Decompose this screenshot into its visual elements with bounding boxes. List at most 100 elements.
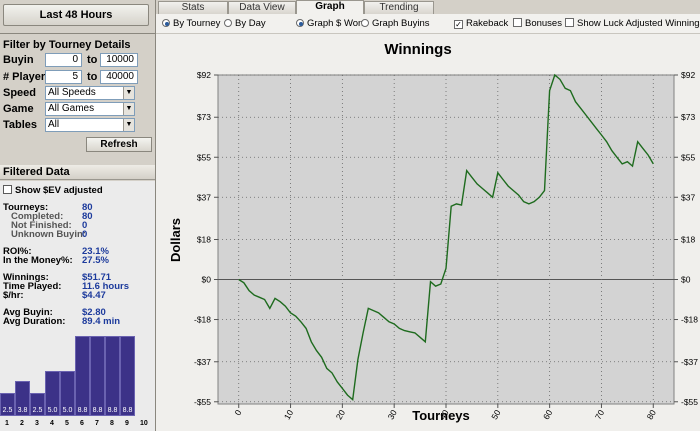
checkbox-icon[interactable] (513, 18, 522, 27)
buyin-max-input[interactable]: 10000 (100, 53, 138, 67)
histogram-bar: 2.5 (30, 393, 45, 416)
chevron-down-icon[interactable]: ▼ (123, 103, 134, 115)
itm-label: In the Money%: (3, 255, 73, 266)
game-value: All Games (48, 103, 95, 114)
winnings-chart: Winnings -$55 -$55 -$37 -$37 -$18 -$18 $0 $0 $18… (168, 41, 698, 423)
by-day-label: By Day (235, 18, 266, 29)
y-tick-label-right: $18 (681, 235, 695, 245)
buyin-label: Buyin (3, 54, 34, 66)
tables-select[interactable]: All ▼ (45, 118, 135, 132)
histogram-bar: 8.8 (75, 336, 90, 416)
x-tick-label: 80 (645, 408, 659, 421)
radio-icon[interactable] (361, 19, 369, 27)
graph-options-bar: By Tourney By Day Graph $ Won Graph Buyi… (156, 14, 700, 34)
radio-selected-icon[interactable] (296, 19, 304, 27)
x-tick-label: 0 (232, 408, 243, 417)
avg-duration-value: 89.4 min (82, 316, 121, 327)
by-tourney-radio[interactable]: By Tourney (162, 18, 220, 29)
divider (0, 33, 155, 34)
rakeback-label: Rakeback (466, 18, 509, 29)
luck-adjusted-checkbox[interactable]: Show Luck Adjusted Winnings (565, 18, 700, 29)
stats-panel: Show $EV adjusted Tourneys: 80 Completed… (0, 181, 155, 331)
by-tourney-label: By Tourney (173, 18, 221, 29)
x-tick-label: 70 (593, 408, 607, 421)
by-day-radio[interactable]: By Day (224, 18, 266, 29)
graph-buyins-radio[interactable]: Graph Buyins (361, 18, 430, 29)
y-tick-label-right: -$18 (681, 315, 698, 325)
bonuses-label: Bonuses (525, 18, 562, 29)
chevron-down-icon[interactable]: ▼ (123, 87, 134, 99)
histogram-tick: 5 (65, 420, 69, 427)
period-button[interactable]: Last 48 Hours (3, 4, 149, 26)
y-tick-label: $73 (197, 112, 211, 122)
x-axis-label: Tourneys (412, 408, 470, 423)
graph-buyins-label: Graph Buyins (372, 18, 430, 29)
histogram-bar: 3.8 (15, 381, 30, 416)
histogram-tick: 7 (95, 420, 99, 427)
itm-value: 27.5% (82, 255, 109, 266)
y-tick-label-right: $55 (681, 152, 695, 162)
chevron-down-icon[interactable]: ▼ (123, 119, 134, 131)
y-tick-label-right: -$37 (681, 357, 698, 367)
histogram-tick: 1 (5, 420, 9, 427)
checkbox-icon[interactable] (565, 18, 574, 27)
histogram-bar: 8.8 (90, 336, 105, 416)
game-select[interactable]: All Games ▼ (45, 102, 135, 116)
game-label: Game (3, 103, 34, 115)
histogram-tick: 6 (80, 420, 84, 427)
per-hr-label: $/hr: (3, 290, 24, 301)
x-tick-label: 30 (386, 408, 400, 421)
histogram-bar: 5.0 (45, 371, 60, 416)
checkmark-icon[interactable]: ✓ (454, 20, 463, 29)
y-tick-label: $18 (197, 235, 211, 245)
histogram-bar: 8.8 (120, 336, 135, 416)
y-tick-label: $55 (197, 152, 211, 162)
y-tick-label: -$55 (194, 397, 211, 407)
players-max-input[interactable]: 40000 (100, 70, 138, 84)
radio-selected-icon[interactable] (162, 19, 170, 27)
show-sev-checkbox[interactable]: Show $EV adjusted (3, 185, 103, 196)
x-tick-label: 10 (282, 408, 296, 421)
tab-bar: Stats Data View Graph Trending (156, 0, 700, 14)
left-panel: Last 48 Hours Filter by Tourney Details … (0, 0, 155, 431)
main-panel: Stats Data View Graph Trending By Tourne… (155, 0, 700, 431)
histogram-tick: 8 (110, 420, 114, 427)
buyin-min-input[interactable]: 0 (45, 53, 82, 67)
tab-trending[interactable]: Trending (364, 1, 434, 14)
histogram-tick: 10 (140, 420, 148, 427)
tab-graph[interactable]: Graph (296, 0, 364, 14)
y-axis-label: Dollars (168, 218, 183, 262)
players-min-input[interactable]: 5 (45, 70, 82, 84)
radio-icon[interactable] (224, 19, 232, 27)
speed-value: All Speeds (48, 87, 96, 98)
x-tick-label: 50 (489, 408, 503, 421)
tab-data-view[interactable]: Data View (228, 1, 296, 14)
tables-label: Tables (3, 119, 38, 131)
histogram-tick: 3 (35, 420, 39, 427)
avg-duration-label: Avg Duration: (3, 316, 66, 327)
per-hr-value: $4.47 (82, 290, 106, 301)
histogram-bar: 2.5 (0, 393, 15, 416)
tab-stats[interactable]: Stats (158, 1, 228, 14)
graph-won-label: Graph $ Won (307, 18, 364, 29)
rakeback-checkbox[interactable]: ✓ Rakeback (454, 18, 508, 29)
bonuses-checkbox[interactable]: Bonuses (513, 18, 562, 29)
y-tick-label: $37 (197, 192, 211, 202)
y-tick-label: $0 (202, 275, 212, 285)
show-sev-label: Show $EV adjusted (15, 185, 103, 196)
histogram-bar: 8.8 (105, 336, 120, 416)
x-tick-label: 60 (541, 408, 555, 421)
y-tick-label: -$18 (194, 315, 211, 325)
y-tick-label-right: $73 (681, 112, 695, 122)
chart-title: Winnings (384, 41, 451, 58)
y-tick-label: -$37 (194, 357, 211, 367)
luck-adjusted-label: Show Luck Adjusted Winnings (577, 18, 700, 29)
itm-histogram: 2.5 3.8 2.5 5.0 5.0 8.8 8.8 8.8 8.8 1 2 3 4 5 6 7 8 9 10 (0, 331, 155, 431)
speed-select[interactable]: All Speeds ▼ (45, 86, 135, 100)
tables-value: All (48, 119, 60, 130)
checkbox-icon[interactable] (3, 185, 12, 194)
speed-label: Speed (3, 87, 37, 99)
refresh-button[interactable]: Refresh (86, 137, 152, 152)
graph-won-radio[interactable]: Graph $ Won (296, 18, 363, 29)
players-to-label: to (87, 71, 98, 83)
